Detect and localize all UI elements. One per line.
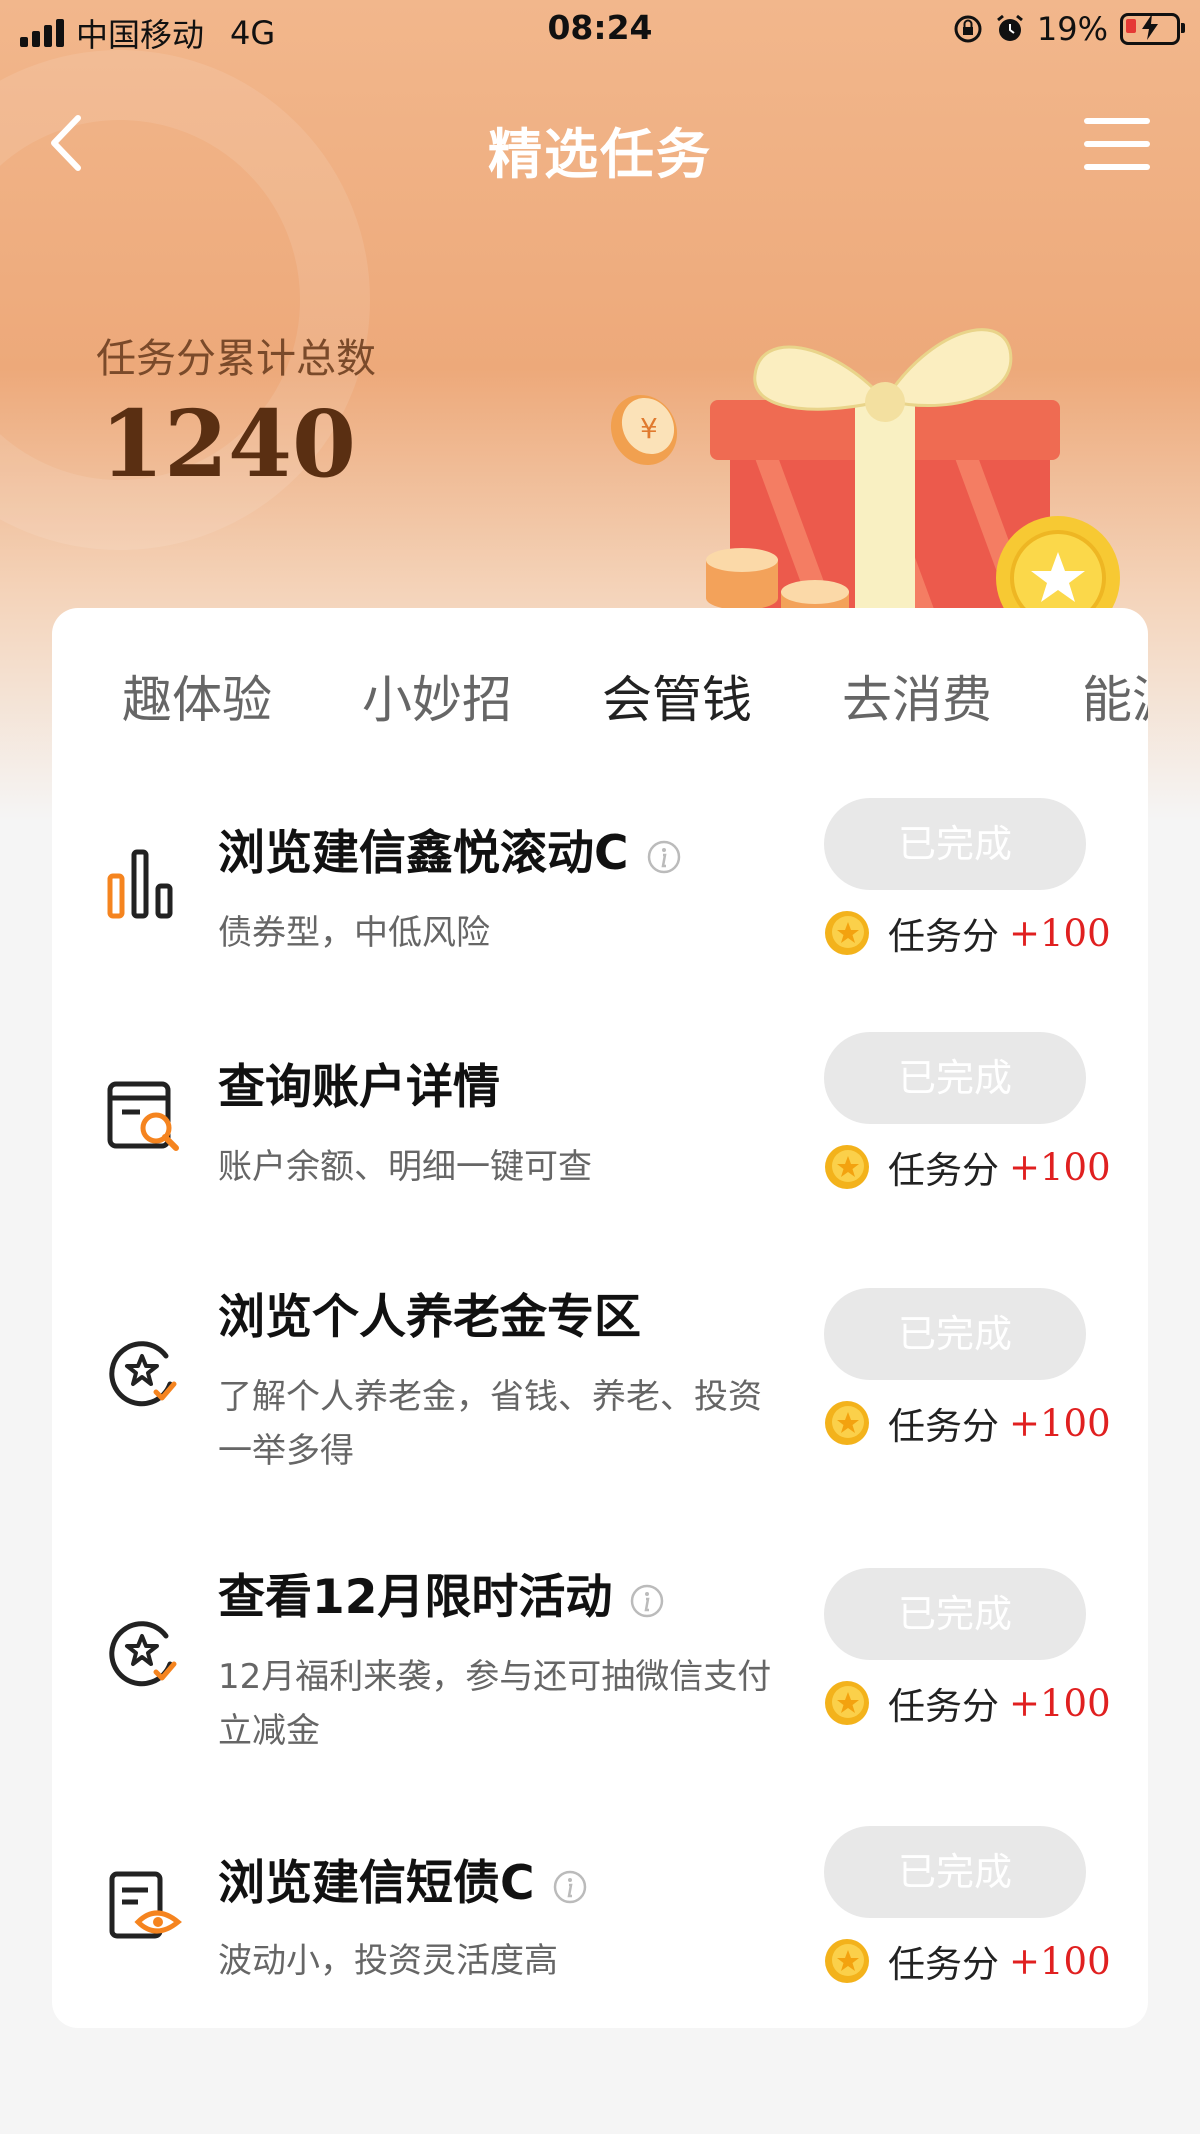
score-label: 任务分累计总数 [96, 336, 376, 382]
task-description: 12月福利来袭，参与还可抽微信支付立减金 [218, 1657, 772, 1751]
reward-row: 任务分 +100 [824, 908, 1111, 958]
task-title: 浏览建信短债C [218, 1844, 587, 1913]
tab-energy[interactable]: 能源 [1082, 660, 1148, 732]
document-eye-icon [109, 1871, 182, 1939]
task-title: 浏览建信鑫悦滚动C [218, 814, 681, 883]
battery-icon [1120, 13, 1185, 45]
reward-label: 任务分 [888, 915, 999, 958]
coin-icon [825, 1939, 869, 1983]
rotation-lock-icon [954, 15, 982, 43]
task-title-text: 浏览建信鑫悦滚动C [218, 826, 629, 881]
task-description: 账户余额、明细一键可查 [218, 1147, 592, 1187]
completed-button[interactable]: 已完成 [824, 1568, 1086, 1660]
task-title: 查看12月限时活动 [218, 1558, 664, 1627]
star-check-icon [109, 1621, 177, 1687]
task-title-text: 浏览建信短债C [218, 1856, 535, 1911]
coin-icon [825, 911, 869, 955]
tab-money-management[interactable]: 会管钱 [602, 660, 752, 732]
account-search-icon [107, 1081, 179, 1151]
menu-icon[interactable] [1084, 118, 1150, 170]
reward-row: 任务分 +100 [824, 1936, 1111, 1986]
task-description: 波动小，投资灵活度高 [218, 1941, 558, 1981]
reward-label: 任务分 [888, 1405, 999, 1448]
task-description: 债券型，中低风险 [218, 913, 490, 953]
battery-percent: 19% [1036, 10, 1108, 48]
bar-chart-icon [107, 849, 173, 919]
status-right: 19% [953, 10, 1185, 48]
coin-icon [825, 1401, 869, 1445]
reward-label: 任务分 [888, 1149, 999, 1192]
reward-row: 任务分 +100 [824, 1142, 1111, 1192]
task-title-text: 查看12月限时活动 [218, 1570, 613, 1625]
reward-row: 任务分 +100 [824, 1398, 1111, 1448]
score-value: 1240 [100, 390, 357, 498]
reward-value: +100 [1009, 1401, 1111, 1445]
completed-button[interactable]: 已完成 [824, 1826, 1086, 1918]
status-bar: 中国移动 4G 08:24 19% [0, 0, 1200, 60]
gift-illustration: ¥ [610, 328, 1120, 620]
reward-value: +100 [1009, 1145, 1111, 1189]
completed-button[interactable]: 已完成 [824, 798, 1086, 890]
task-description: 了解个人养老金，省钱、养老、投资一举多得 [218, 1377, 762, 1471]
info-icon[interactable] [647, 840, 681, 874]
category-tabs: 趣体验 小妙招 会管钱 去消费 能源 [52, 608, 1148, 758]
tab-fun-experience[interactable]: 趣体验 [122, 660, 272, 732]
reward-value: +100 [1009, 911, 1111, 955]
task-title: 查询账户详情 [218, 1048, 500, 1117]
reward-value: +100 [1009, 1681, 1111, 1725]
page-title: 精选任务 [488, 123, 712, 186]
task-card: 趣体验 小妙招 会管钱 去消费 能源 浏览建信鑫悦滚动C 债券型，中低风险 已完… [52, 608, 1148, 2028]
task-title: 浏览个人养老金专区 [218, 1278, 641, 1347]
reward-value: +100 [1009, 1939, 1111, 1983]
info-icon[interactable] [630, 1584, 664, 1618]
coin-icon [825, 1145, 869, 1189]
alarm-icon [996, 14, 1023, 41]
tab-consume[interactable]: 去消费 [842, 660, 992, 732]
reward-label: 任务分 [888, 1943, 999, 1986]
completed-button[interactable]: 已完成 [824, 1288, 1086, 1380]
reward-label: 任务分 [888, 1685, 999, 1728]
svg-text:¥: ¥ [640, 412, 658, 445]
info-icon[interactable] [553, 1870, 587, 1904]
reward-row: 任务分 +100 [824, 1678, 1111, 1728]
tab-tips[interactable]: 小妙招 [362, 660, 512, 732]
star-check-icon [109, 1341, 177, 1407]
coin-icon [825, 1681, 869, 1725]
task-title-text: 查询账户详情 [218, 1060, 500, 1115]
task-title-text: 浏览个人养老金专区 [218, 1290, 641, 1345]
completed-button[interactable]: 已完成 [824, 1032, 1086, 1124]
